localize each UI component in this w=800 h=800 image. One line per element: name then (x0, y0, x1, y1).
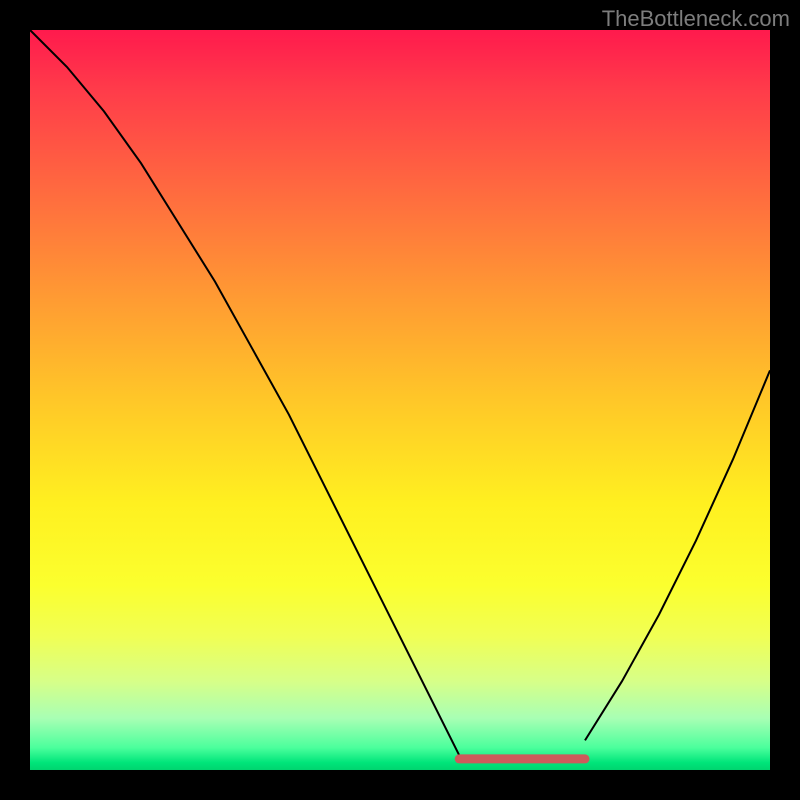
chart-frame: TheBottleneck.com (0, 0, 800, 800)
plot-area (30, 30, 770, 770)
watermark-text: TheBottleneck.com (602, 6, 790, 32)
right-curve (585, 370, 770, 740)
curve-layer (30, 30, 770, 770)
left-curve (30, 30, 459, 755)
